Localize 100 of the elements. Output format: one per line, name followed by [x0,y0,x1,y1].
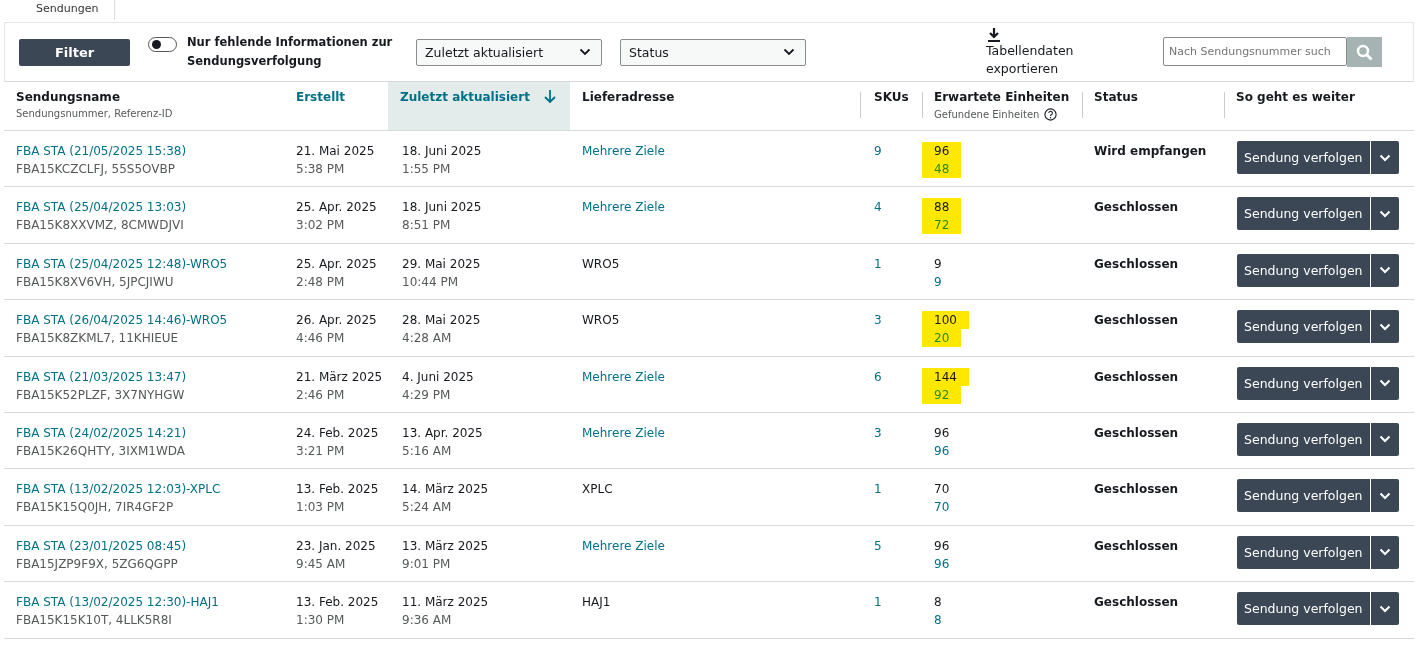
chevron-down-icon [579,48,591,56]
created-date: 24. Feb. 2025 [296,424,379,442]
search-field[interactable]: Nach Sendungsnummer such [1163,37,1347,66]
created-time: 1:30 PM [296,612,345,630]
destination[interactable]: Mehrere Ziele [582,423,665,442]
shipment-ids: FBA15K52PLZF, 3X7NYHGW [16,386,185,404]
shipment-name-link[interactable]: FBA STA (21/05/2025 15:38) [16,142,187,160]
shipment-name-link[interactable]: FBA STA (24/02/2025 14:21) [16,423,187,442]
expected-units: 70 [933,481,951,499]
track-shipment-button[interactable]: Sendung verfolgen [1237,422,1370,456]
status-text: Wird empfangen [1094,143,1207,160]
shipment-name-link[interactable]: FBA STA (13/02/2025 12:30)-HAJ1 [16,593,219,612]
more-actions-button[interactable] [1370,253,1399,287]
destination[interactable]: Mehrere Ziele [582,367,665,386]
help-icon[interactable] [1044,108,1058,121]
status-dropdown[interactable]: Status [620,38,806,66]
sku-count-link[interactable]: 3 [874,423,882,442]
destination: HAJ1 [582,594,611,612]
chevron-down-icon [783,48,795,56]
sku-count-link[interactable]: 1 [874,593,882,612]
column-header: Status [1082,82,1224,130]
shipment-name-link[interactable]: FBA STA (23/01/2025 08:45) [16,536,187,555]
sku-count-link[interactable]: 1 [874,254,882,273]
updated-time: 1:55 PM [402,161,451,178]
caret-icon [1378,491,1391,500]
found-units-link[interactable]: 48 [922,160,962,178]
more-actions-button[interactable] [1370,535,1399,569]
more-actions-button[interactable] [1370,141,1399,174]
caret-icon [1378,548,1391,557]
download-icon[interactable] [988,28,1000,42]
destination: WRO5 [582,255,620,273]
status-text: Geschlossen [1094,594,1179,612]
created-date: 25. Apr. 2025 [296,199,377,217]
track-shipment-button[interactable]: Sendung verfolgen [1237,366,1370,400]
status-text: Geschlossen [1094,312,1179,330]
created-time: 3:02 PM [296,217,345,235]
found-units-link[interactable]: 96 [922,441,962,460]
sort-dropdown[interactable]: Zuletzt aktualisiert [416,38,602,66]
caret-icon [1378,435,1391,444]
expected-units: 96 [922,142,962,160]
destination[interactable]: Mehrere Ziele [582,536,665,555]
export-link[interactable]: Tabellendaten exportieren [986,42,1101,78]
updated-date: 29. Mai 2025 [402,255,481,273]
created-date: 25. Apr. 2025 [296,255,377,273]
created-time: 3:21 PM [296,442,345,460]
column-header[interactable]: Erstellt [284,82,388,130]
found-units-link[interactable]: 9 [922,272,954,291]
created-time: 1:03 PM [296,499,345,517]
more-actions-button[interactable] [1370,366,1399,400]
status-text: Geschlossen [1094,537,1179,555]
updated-time: 5:24 AM [402,499,452,517]
toggle-switch[interactable] [148,37,177,52]
filter-button[interactable]: Filter [19,38,130,66]
more-actions-button[interactable] [1370,310,1399,344]
sku-count-link[interactable]: 3 [874,311,882,330]
track-shipment-button[interactable]: Sendung verfolgen [1237,141,1370,174]
destination: WRO5 [582,312,620,330]
destination[interactable]: Mehrere Ziele [582,142,665,160]
caret-icon [1378,379,1391,388]
sku-count-link[interactable]: 5 [874,536,882,555]
destination[interactable]: Mehrere Ziele [582,198,665,217]
more-actions-button[interactable] [1370,422,1399,456]
shipment-name-link[interactable]: FBA STA (25/04/2025 12:48)-WRO5 [16,254,228,273]
track-shipment-button[interactable]: Sendung verfolgen [1237,197,1370,231]
track-shipment-button[interactable]: Sendung verfolgen [1237,592,1370,626]
found-units-link[interactable]: 8 [922,611,954,630]
sku-count-link[interactable]: 1 [874,480,882,499]
created-date: 26. Apr. 2025 [296,312,377,330]
found-units-link[interactable]: 70 [922,498,962,517]
more-actions-button[interactable] [1370,592,1399,626]
expected-units: 144 [922,367,969,386]
found-units-link[interactable]: 20 [922,329,962,348]
created-date: 23. Jan. 2025 [296,537,376,555]
column-header: Lieferadresse [581,89,676,106]
track-shipment-button[interactable]: Sendung verfolgen [1237,310,1370,344]
track-shipment-button[interactable]: Sendung verfolgen [1237,479,1370,513]
more-actions-button[interactable] [1370,479,1399,513]
tab[interactable]: Sendungen [18,0,116,20]
shipment-name-link[interactable]: FBA STA (21/03/2025 13:47) [16,367,187,386]
shipment-name-link[interactable]: FBA STA (13/02/2025 12:03)-XPLC [16,480,221,499]
shipment-name-link[interactable]: FBA STA (26/04/2025 14:46)-WRO5 [16,311,228,330]
found-units-link[interactable]: 72 [922,216,962,235]
created-date: 13. Feb. 2025 [296,481,379,499]
more-actions-button[interactable] [1370,197,1399,231]
sku-count-link[interactable]: 4 [874,198,882,217]
track-shipment-button[interactable]: Sendung verfolgen [1237,253,1370,287]
created-date: 21. März 2025 [296,368,383,386]
updated-date: 13. Apr. 2025 [402,424,483,442]
found-units-link[interactable]: 96 [922,554,962,573]
track-shipment-button[interactable]: Sendung verfolgen [1237,535,1370,569]
expected-units: 8 [933,594,943,612]
column-header[interactable]: Zuletzt aktualisiert [388,82,570,130]
sku-count-link[interactable]: 6 [874,367,882,386]
shipment-ids: FBA15K8ZKML7, 11KHIEUE [16,330,179,348]
shipment-name-link[interactable]: FBA STA (25/04/2025 13:03) [16,198,187,217]
shipment-ids: FBA15JZP9F9X, 5ZG6QGPP [16,555,178,573]
status-text: Geschlossen [1094,424,1179,442]
sku-count-link[interactable]: 9 [874,142,882,160]
updated-date: 11. März 2025 [402,594,489,612]
shipment-ids: FBA15KCZCLFJ, 55S5OVBP [16,161,175,178]
